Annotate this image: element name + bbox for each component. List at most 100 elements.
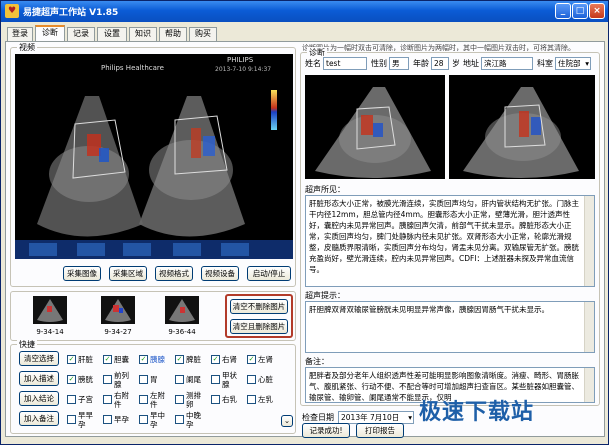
age-unit: 岁 xyxy=(452,59,460,68)
start-stop-button[interactable]: 启动/停止 xyxy=(247,266,291,281)
clear-delete-images-button[interactable]: 清空且删除图片 xyxy=(230,319,288,334)
organ-label: 右附件 xyxy=(114,391,129,409)
organ-checkbox[interactable] xyxy=(175,395,184,404)
clear-keep-images-button[interactable]: 清空不删除图片 xyxy=(230,299,288,314)
organ-label: 左肾 xyxy=(258,355,273,364)
organ-label: 脾脏 xyxy=(186,355,201,364)
clear-selection-button[interactable]: 清空选择 xyxy=(19,351,59,366)
organ-checkbox[interactable]: ✓ xyxy=(139,355,148,364)
organ-checkbox[interactable] xyxy=(67,415,76,424)
organ-checkbox[interactable] xyxy=(139,395,148,404)
dept-value: 住院部 xyxy=(558,59,581,68)
print-report-button[interactable]: 打印报告 xyxy=(356,423,404,438)
organ-label: 右肾 xyxy=(222,355,237,364)
dept-select[interactable]: 住院部 ▾ xyxy=(555,57,591,70)
ultrasound-frame xyxy=(15,54,293,259)
thumbnail-2[interactable] xyxy=(101,296,135,324)
organ-label: 左附件 xyxy=(150,391,165,409)
add-to-conclusion-button[interactable]: 加入结论 xyxy=(19,391,59,406)
thumbnail-strip: 9-34-14 9-34-27 9-36-44 清空不删除图片 清空且删除图片 xyxy=(10,291,296,341)
capture-image-button[interactable]: 采集图像 xyxy=(63,266,101,281)
video-label: 视频 xyxy=(17,42,37,53)
organ-checkbox[interactable]: ✓ xyxy=(67,355,76,364)
organ-checkbox[interactable] xyxy=(139,415,148,424)
organ-checkbox[interactable] xyxy=(103,375,112,384)
organ-checkbox[interactable] xyxy=(211,395,220,404)
capture-region-button[interactable]: 采集区域 xyxy=(109,266,147,281)
organ-label: 左乳 xyxy=(258,395,273,404)
brand-logo: PHILIPS xyxy=(227,56,254,64)
organ-checkbox[interactable] xyxy=(247,375,256,384)
organ-checkbox[interactable] xyxy=(67,395,76,404)
diagnosis-image-2[interactable] xyxy=(449,75,595,179)
organ-label: 甲状腺 xyxy=(222,371,237,389)
diagnosis-group: 诊断 姓名 test 性别 男 年龄 28 岁 地址 滨江路 科室 住院部 ▾ 超… xyxy=(300,47,600,406)
video-group: 视频 Philips Healthcare PHILIPS 2013-7-10 … xyxy=(10,42,296,287)
close-button[interactable]: × xyxy=(589,3,605,19)
thumbnail-1[interactable] xyxy=(33,296,67,324)
chevron-down-icon: ▾ xyxy=(585,59,589,68)
add-to-note-button[interactable]: 加入备注 xyxy=(19,411,59,426)
expand-icon[interactable]: ⌄ xyxy=(281,415,293,427)
organ-label: 心脏 xyxy=(258,375,273,384)
organ-label: 早孕 xyxy=(114,415,129,424)
organ-checkbox[interactable] xyxy=(103,415,112,424)
organ-checkbox[interactable]: ✓ xyxy=(247,355,256,364)
tab-diagnosis[interactable]: 诊断 xyxy=(35,25,65,41)
tab-settings[interactable]: 设置 xyxy=(97,27,127,41)
organ-checkbox[interactable]: ✓ xyxy=(175,355,184,364)
exam-date-value: 2013年 7月10日 xyxy=(341,413,400,422)
title-bar: ♥ 易捷超声工作站 V1.85 _ □ × xyxy=(1,1,608,22)
tab-records[interactable]: 记录 xyxy=(67,27,95,41)
tab-bar: 登录 诊断 记录 设置 知识 帮助 购买 xyxy=(1,24,608,41)
thumbnail-3[interactable] xyxy=(165,296,199,324)
diagnosis-panel: 视频 Philips Healthcare PHILIPS 2013-7-10 … xyxy=(5,41,605,438)
organ-checkbox[interactable] xyxy=(247,395,256,404)
organ-checkbox[interactable] xyxy=(175,415,184,424)
add-to-findings-button[interactable]: 加入描述 xyxy=(19,371,59,386)
organ-label: 前列腺 xyxy=(114,371,129,389)
organ-checkbox[interactable] xyxy=(175,375,184,384)
organ-label: 胰腺 xyxy=(150,355,165,364)
organ-checkbox[interactable]: ✓ xyxy=(67,375,76,384)
tab-login[interactable]: 登录 xyxy=(7,27,33,41)
tab-knowledge[interactable]: 知识 xyxy=(129,27,157,41)
findings-textarea[interactable]: 肝脏形态大小正常，被膜光滑连续，实质回声均匀，肝内管状结构无扩张。门脉主干内径1… xyxy=(305,195,595,287)
name-field[interactable]: test xyxy=(323,57,367,70)
maximize-button[interactable]: □ xyxy=(572,3,588,19)
conclusion-text: 肝胆脾双肾双输尿管膀胱未见明显异常声像，胰腺因胃肠气干扰未显示。 xyxy=(309,305,549,314)
note-scrollbar[interactable] xyxy=(584,368,594,402)
findings-text: 肝脏形态大小正常，被膜光滑连续，实质回声均匀，肝内管状结构无扩张。门脉主干内径1… xyxy=(309,199,579,274)
video-format-button[interactable]: 视频格式 xyxy=(155,266,193,281)
sex-field[interactable]: 男 xyxy=(389,57,409,70)
organ-checkbox[interactable] xyxy=(211,375,220,384)
address-field[interactable]: 滨江路 xyxy=(481,57,533,70)
save-record-button[interactable]: 记录成功! xyxy=(302,423,350,438)
dept-label: 科室 xyxy=(537,59,553,68)
thumbnail-caption-1: 9-34-14 xyxy=(36,328,64,336)
findings-scrollbar[interactable] xyxy=(584,196,594,286)
video-preview[interactable]: Philips Healthcare PHILIPS 2013-7-10 9:1… xyxy=(15,54,293,259)
conclusion-scrollbar[interactable] xyxy=(584,302,594,352)
sex-label: 性别 xyxy=(371,59,387,68)
organ-checkbox[interactable] xyxy=(139,375,148,384)
conclusion-textarea[interactable]: 肝胆脾双肾双输尿管膀胱未见明显异常声像，胰腺因胃肠气干扰未显示。 xyxy=(305,301,595,353)
window-title: 易捷超声工作站 V1.85 xyxy=(23,8,119,18)
minimize-button[interactable]: _ xyxy=(555,3,571,19)
tab-purchase[interactable]: 购买 xyxy=(189,27,217,41)
age-field[interactable]: 28 xyxy=(431,57,449,70)
clear-buttons-frame: 清空不删除图片 清空且删除图片 xyxy=(225,294,293,338)
scan-timestamp: 2013-7-10 9:14:37 xyxy=(215,66,272,73)
age-label: 年龄 xyxy=(413,59,429,68)
organ-checkbox[interactable] xyxy=(103,395,112,404)
organ-label: 中晚孕 xyxy=(186,411,201,429)
quick-label: 快捷 xyxy=(17,339,37,350)
organ-checkbox[interactable]: ✓ xyxy=(103,355,112,364)
organ-checkbox[interactable]: ✓ xyxy=(211,355,220,364)
organ-label: 胃 xyxy=(150,375,158,384)
organ-label: 胆囊 xyxy=(114,355,129,364)
video-device-button[interactable]: 视频设备 xyxy=(201,266,239,281)
diagnosis-image-1[interactable] xyxy=(305,75,445,179)
tab-help[interactable]: 帮助 xyxy=(159,27,187,41)
thumbnail-caption-3: 9-36-44 xyxy=(168,328,196,336)
